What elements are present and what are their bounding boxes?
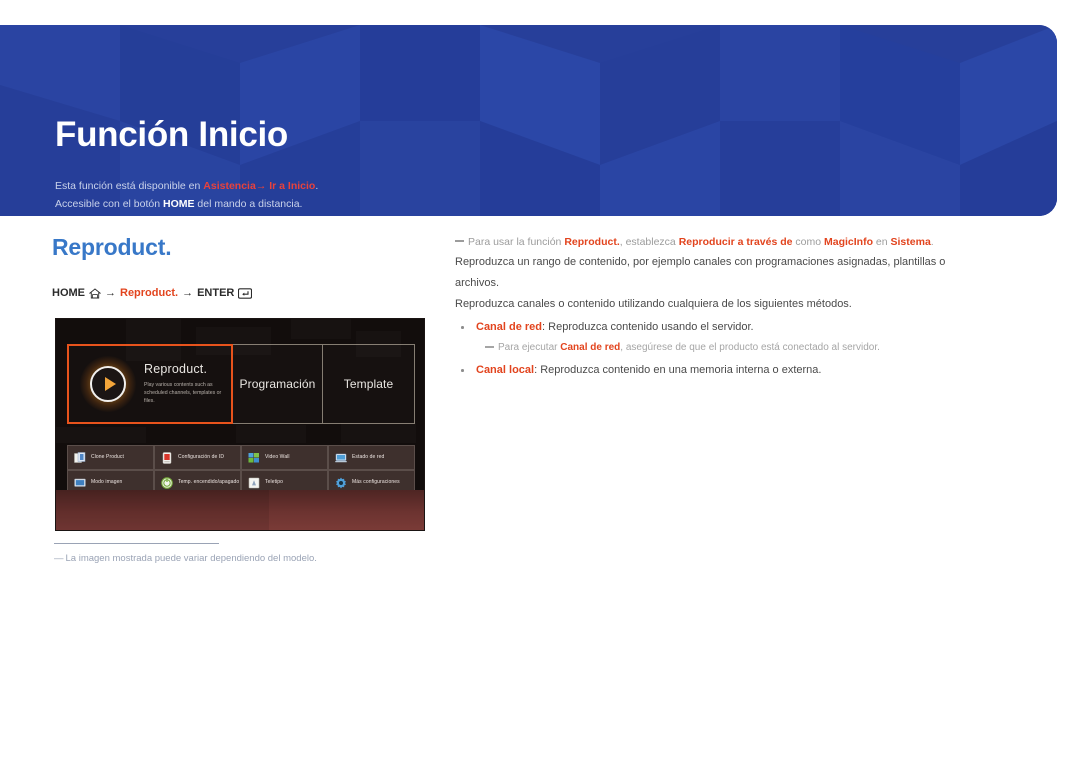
banner-sub1-post: . (315, 180, 319, 192)
note-mid3: en (873, 236, 891, 248)
bullet-canal-local: Canal local: Reproduzca contenido en una… (455, 360, 975, 381)
nav-home-label: HOME (52, 287, 85, 299)
bullet-canal-de-red-text: : Reproduzca contenido usando el servido… (542, 321, 754, 333)
grid-label-clone-product: Clone Product (91, 454, 124, 460)
grid-item-id-settings[interactable]: Configuración de ID (154, 445, 241, 470)
subnote-bold-canal-de-red: Canal de red (560, 342, 621, 353)
banner-subtitle-line-2: Accesible con el botón HOME del mando a … (55, 195, 318, 213)
caption-dash: — (54, 553, 63, 564)
note-pre: Para usar la función (468, 236, 565, 248)
page-title: Función Inicio (55, 115, 289, 154)
banner-sub1-link-asistencia[interactable]: Asistencia (203, 180, 256, 192)
video-wall-icon (248, 452, 259, 462)
subnote-canal-de-red: Para ejecutar Canal de red, asegúrese de… (485, 338, 975, 358)
bullet-canal-de-red: Canal de red: Reproduzca contenido usand… (455, 317, 975, 338)
right-content-column: Para usar la función Reproduct., estable… (455, 232, 975, 381)
nav-enter-label: ENTER (197, 287, 235, 299)
grid-label-network-status: Estado de red (352, 454, 385, 460)
banner-sub1-arrow: → (255, 180, 267, 192)
network-status-icon (335, 453, 347, 462)
grid-item-video-wall[interactable]: Video Wall (241, 445, 328, 470)
banner-sub2-pre: Accesible con el botón (55, 198, 163, 210)
product-ui-screenshot: Reproduct. Play various contents such as… (55, 318, 425, 531)
note-magicinfo: Para usar la función Reproduct., estable… (455, 232, 975, 252)
nav-target-reproduct: Reproduct. (120, 287, 179, 299)
screenshot-floor-shadow (56, 490, 270, 530)
on-off-timer-icon (161, 476, 173, 489)
grid-label-video-wall: Video Wall (265, 454, 290, 460)
page-header-banner: Función Inicio Esta función está disponi… (0, 25, 1057, 216)
note-mid1: , establezca (619, 236, 679, 248)
tile-template-label: Template (343, 377, 394, 391)
body-line-1: Reproduzca un rango de contenido, por ej… (455, 256, 946, 289)
note-bold-sistema: Sistema (890, 236, 931, 248)
page-root: Función Inicio Esta función está disponi… (0, 0, 1080, 763)
ticker-icon (248, 477, 260, 488)
enter-key-icon (238, 287, 253, 299)
note-bold-magicinfo: MagicInfo (824, 236, 873, 248)
banner-sub2-key-home: HOME (162, 198, 195, 210)
section-title: Reproduct. (52, 234, 172, 260)
bullet-canal-local-label: Canal local (476, 364, 535, 376)
home-icon-grid: Clone Product Configuración de ID Video … (67, 445, 415, 495)
grid-item-clone-product[interactable]: Clone Product (67, 445, 154, 470)
clone-product-icon (74, 451, 86, 463)
home-tile-row: Reproduct. Play various contents such as… (67, 344, 415, 424)
bullet-canal-de-red-label: Canal de red (476, 321, 543, 333)
note-mid2: como (792, 236, 824, 248)
more-settings-icon (336, 477, 346, 488)
note-bold-reproducir-a-traves-de: Reproducir a través de (678, 236, 793, 248)
grid-label-ticker: Teletipo (265, 479, 284, 485)
image-caption: — La imagen mostrada puede variar dependi… (54, 553, 317, 564)
tile-programacion[interactable]: Programación (233, 344, 323, 424)
banner-subtitle: Esta función está disponible en Asistenc… (55, 177, 318, 213)
banner-sub1-pre: Esta función está disponible en (55, 180, 204, 192)
play-circle-icon (80, 356, 136, 412)
grid-item-network-status[interactable]: Estado de red (328, 445, 415, 470)
banner-sub1-link-ir-a-inicio[interactable]: Ir a Inicio (269, 180, 315, 192)
note-post: . (930, 236, 934, 248)
nav-arrow-2: → (182, 287, 194, 299)
picture-mode-icon (74, 478, 86, 487)
grid-label-on-off-timer: Temp. encendido/apagado (178, 479, 240, 485)
id-settings-icon (162, 451, 172, 464)
banner-subtitle-line-1: Esta función está disponible en Asistenc… (55, 177, 318, 195)
home-icon (89, 287, 101, 298)
subnote-pre: Para ejecutar (498, 342, 561, 353)
bullet-canal-local-text: : Reproduzca contenido en una memoria in… (534, 364, 822, 376)
grid-label-picture-mode: Modo imagen (91, 479, 123, 485)
grid-label-more-settings: Más configuraciones (352, 479, 400, 485)
body-line-2: Reproduzca canales o contenido utilizand… (455, 298, 852, 310)
caption-divider (54, 543, 219, 544)
banner-sub2-post: del mando a distancia. (194, 198, 303, 210)
note-bold-reproduct: Reproduct. (564, 236, 620, 248)
grid-label-id-settings: Configuración de ID (178, 454, 225, 460)
navigation-path: HOME → Reproduct. → ENTER (52, 287, 253, 299)
caption-text: La imagen mostrada puede variar dependie… (65, 553, 317, 564)
tile-reproduct-title: Reproduct. (144, 362, 208, 377)
subnote-post: , asegúrese de que el producto está cone… (620, 342, 880, 353)
tile-template[interactable]: Template (323, 344, 415, 424)
tile-reproduct[interactable]: Reproduct. Play various contents such as… (67, 344, 233, 424)
tile-reproduct-desc: Play various contents such as scheduled … (144, 381, 222, 404)
tile-programacion-label: Programación (239, 377, 316, 391)
nav-arrow-1: → (105, 287, 116, 299)
